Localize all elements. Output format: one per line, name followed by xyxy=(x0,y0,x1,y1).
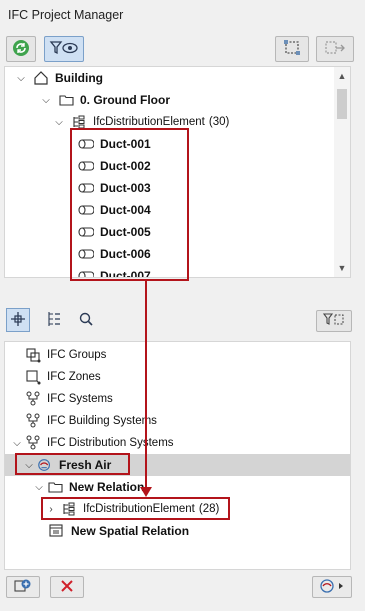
scrollbar-thumb[interactable] xyxy=(337,89,347,119)
move-to-icon xyxy=(324,40,346,59)
tree-icon xyxy=(47,311,61,330)
system-menu-icon xyxy=(318,578,346,597)
chevron-down-icon[interactable]: ⌵ xyxy=(33,482,45,493)
distribution-system-icon xyxy=(25,435,41,451)
zone-icon xyxy=(25,369,41,385)
tree-count-distribution-element: (30) xyxy=(208,116,230,128)
filter-options-icon xyxy=(322,312,345,330)
tab-tree[interactable] xyxy=(42,308,66,332)
tab-search[interactable] xyxy=(74,308,98,332)
filter-options-button[interactable] xyxy=(316,310,352,332)
tree-label-building: Building xyxy=(55,71,103,85)
add-relation-button[interactable] xyxy=(6,576,40,598)
scroll-up-icon[interactable]: ▲ xyxy=(334,69,350,83)
group-icon xyxy=(25,347,41,363)
tree-row-ifc-zones[interactable]: IFC Zones xyxy=(25,366,101,388)
scroll-down-icon[interactable]: ▼ xyxy=(334,261,350,275)
system-icon xyxy=(25,391,41,407)
relation-element-highlight-box xyxy=(41,497,230,520)
tree-label: IFC Systems xyxy=(47,393,113,405)
tree-label-new-relation: New Relation xyxy=(69,480,145,494)
tree-row-new-relation[interactable]: ⌵ New Relation xyxy=(33,476,144,498)
add-relation-icon xyxy=(14,578,32,597)
delete-button[interactable] xyxy=(50,576,84,598)
tree-row-ifc-systems[interactable]: IFC Systems xyxy=(25,388,113,410)
spatial-relation-icon xyxy=(49,523,65,539)
tree-label: IFC Distribution Systems xyxy=(47,437,174,449)
chevron-down-icon[interactable]: ⌵ xyxy=(40,95,52,106)
tree-row-ifc-groups[interactable]: IFC Groups xyxy=(25,344,106,366)
tree-row-building[interactable]: ⌵ Building xyxy=(15,67,103,89)
chevron-down-icon[interactable]: ⌵ xyxy=(15,73,27,84)
folder-icon xyxy=(58,92,74,108)
folder-icon xyxy=(47,479,63,495)
tree-label: IFC Groups xyxy=(47,349,107,361)
tree-row-floor[interactable]: ⌵ 0. Ground Floor xyxy=(40,89,170,111)
ducts-highlight-box xyxy=(70,128,189,281)
tree-label-floor: 0. Ground Floor xyxy=(80,93,170,107)
tab-spatial-structure[interactable] xyxy=(6,308,30,332)
window-title: IFC Project Manager xyxy=(8,8,124,22)
chevron-down-icon[interactable]: ⌵ xyxy=(53,117,65,128)
spatial-structure-icon xyxy=(10,311,26,330)
filter-view-button[interactable] xyxy=(44,36,84,62)
select-elements-button[interactable] xyxy=(275,36,309,62)
tree-row-new-spatial-relation[interactable]: New Spatial Relation xyxy=(49,520,189,542)
system-menu-button[interactable] xyxy=(312,576,352,598)
move-to-button[interactable] xyxy=(316,36,354,62)
refresh-button[interactable] xyxy=(6,36,36,62)
search-icon xyxy=(78,311,94,330)
tree-label: IFC Zones xyxy=(47,371,101,383)
refresh-icon xyxy=(12,39,30,60)
tree-label: IFC Building Systems xyxy=(47,415,157,427)
tree-label-distribution-element: IfcDistributionElement xyxy=(93,116,205,128)
select-elements-icon xyxy=(282,39,302,60)
building-icon xyxy=(33,70,49,86)
filter-eye-icon xyxy=(49,40,79,59)
upper-scrollbar[interactable]: ▲ ▼ xyxy=(334,67,350,277)
tree-label-new-spatial: New Spatial Relation xyxy=(71,524,190,538)
building-system-icon xyxy=(25,413,41,429)
chevron-down-icon[interactable]: ⌵ xyxy=(11,438,23,449)
tree-row-ifc-building-systems[interactable]: IFC Building Systems xyxy=(25,410,157,432)
tree-row-ifc-distribution-systems[interactable]: ⌵ IFC Distribution Systems xyxy=(11,432,174,454)
fresh-air-highlight-box xyxy=(15,453,130,475)
delete-icon xyxy=(60,579,74,596)
